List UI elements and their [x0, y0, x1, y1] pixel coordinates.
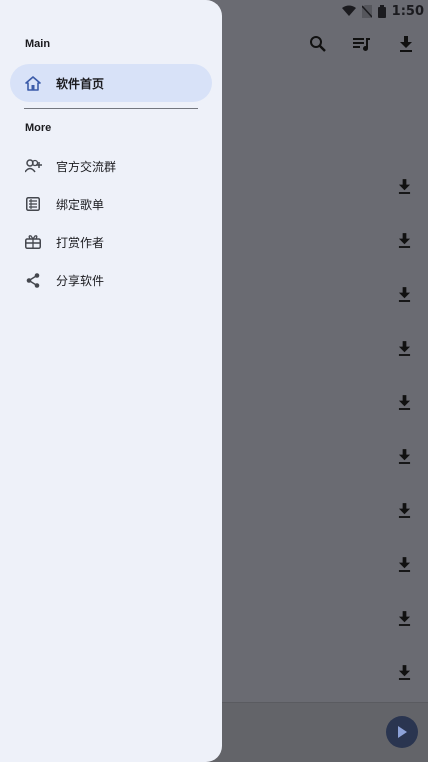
home-icon [24, 74, 42, 92]
section-title-main: Main [25, 38, 51, 50]
nav-item-official-group[interactable]: 官方交流群 [10, 147, 212, 185]
status-bar: 1:50 [228, 0, 428, 22]
no-sim-icon [361, 4, 372, 18]
list-icon [24, 195, 42, 213]
nav-item-home[interactable]: 软件首页 [10, 64, 212, 102]
status-time: 1:50 [391, 3, 424, 19]
download-icon[interactable] [392, 552, 416, 576]
download-icon[interactable] [392, 498, 416, 522]
nav-item-label: 绑定歌单 [56, 197, 105, 212]
play-button[interactable] [386, 716, 418, 748]
wifi-icon [341, 5, 356, 17]
nav-item-bind-playlist[interactable]: 绑定歌单 [10, 185, 212, 223]
download-icon[interactable] [392, 282, 416, 306]
share-icon [24, 271, 42, 289]
play-icon [397, 723, 407, 742]
gift-icon [24, 233, 42, 251]
download-icon[interactable] [392, 228, 416, 252]
nav-item-label: 分享软件 [56, 273, 105, 288]
playlist-icon[interactable] [350, 32, 374, 56]
download-icon[interactable] [392, 336, 416, 360]
nav-item-label: 官方交流群 [56, 159, 117, 174]
download-icon[interactable] [392, 660, 416, 684]
download-icon[interactable] [392, 606, 416, 630]
battery-icon [377, 4, 386, 18]
nav-item-label: 软件首页 [56, 76, 105, 91]
section-title-more: More [25, 122, 52, 134]
download-icon[interactable] [392, 174, 416, 198]
navigation-drawer: Main 软件首页 More 官方交流群 绑定歌单 打赏作者 分享软件 [0, 0, 222, 762]
download-icon[interactable] [392, 444, 416, 468]
group-add-icon [24, 157, 42, 175]
download-icon[interactable] [394, 32, 418, 56]
divider [24, 108, 198, 109]
nav-item-tip-author[interactable]: 打赏作者 [10, 223, 212, 261]
nav-item-label: 打赏作者 [56, 235, 105, 250]
nav-item-share-app[interactable]: 分享软件 [10, 261, 212, 299]
download-icon[interactable] [392, 390, 416, 414]
song-download-list [392, 174, 416, 714]
app-bar-actions [306, 32, 418, 56]
search-icon[interactable] [306, 32, 330, 56]
